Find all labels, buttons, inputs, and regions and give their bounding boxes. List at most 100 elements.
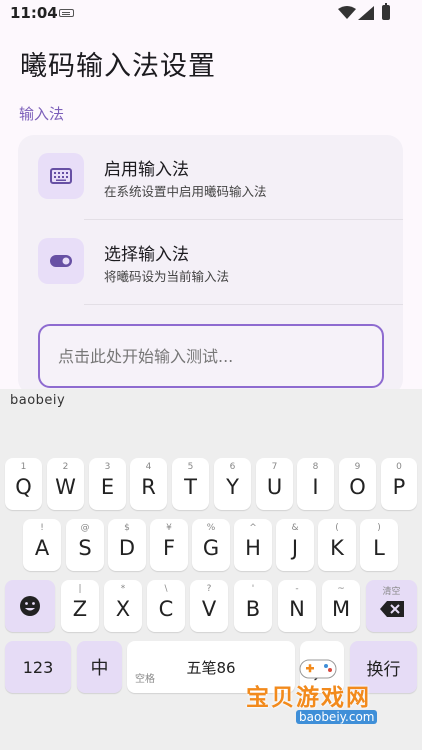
key-alt: ( [335, 523, 339, 533]
key-label: K [330, 536, 344, 560]
select-ime-subtitle: 将曦码设为当前输入法 [104, 269, 230, 284]
key-label: U [266, 475, 283, 499]
wifi-icon [338, 6, 356, 19]
key-c[interactable]: \ C [147, 580, 185, 632]
enable-ime-subtitle: 在系统设置中启用曦码输入法 [104, 184, 267, 199]
page-title: 曦码输入法设置 [20, 51, 216, 82]
key-alt: $ [124, 523, 130, 533]
key-label: C [158, 597, 174, 621]
candidate-text[interactable]: baobeiy [10, 393, 65, 408]
signal-icon [358, 6, 374, 20]
key-v[interactable]: ? V [190, 580, 228, 632]
key-f[interactable]: ¥ F [150, 519, 188, 571]
key-label: J [291, 536, 299, 560]
key-alt: 3 [104, 462, 111, 472]
key-alt: - [295, 584, 299, 594]
key-label: F [162, 536, 176, 560]
battery-icon [382, 3, 390, 20]
key-i[interactable]: 8I [297, 458, 334, 510]
key-alt: 8 [312, 462, 319, 472]
backspace-icon [379, 601, 404, 617]
key-alt: ¥ [166, 523, 172, 533]
enable-ime-item[interactable]: 启用输入法 在系统设置中启用曦码输入法 [18, 135, 403, 219]
divider [84, 304, 403, 305]
toggle-icon [50, 255, 72, 267]
key-d[interactable]: $ D [108, 519, 146, 571]
key-a[interactable]: ! A [23, 519, 61, 571]
key-m[interactable]: ~ M [322, 580, 360, 632]
key-label: I [312, 475, 319, 499]
key-alt: 7 [271, 462, 278, 472]
watermark-title: 宝贝游戏网 [246, 685, 371, 711]
key-z[interactable]: | Z [61, 580, 99, 632]
key-alt: 6 [229, 462, 236, 472]
watermark: 宝贝游戏网 baobeiy.com [246, 654, 406, 730]
emoji-icon [20, 596, 40, 616]
numeric-key[interactable]: 123 [5, 641, 71, 693]
key-alt: ~ [337, 584, 345, 594]
key-g[interactable]: % G [192, 519, 230, 571]
key-y[interactable]: 6Y [214, 458, 251, 510]
language-key[interactable]: 中 [77, 641, 122, 693]
key-e[interactable]: 3E [89, 458, 126, 510]
key-label: E [100, 475, 115, 499]
watermark-url: baobeiy.com [296, 710, 378, 724]
key-label: H [245, 536, 261, 560]
keyboard-indicator-icon [59, 9, 74, 17]
key-alt: 1 [20, 462, 27, 472]
key-n[interactable]: -N [278, 580, 316, 632]
emoji-button[interactable] [5, 580, 55, 632]
key-alt: @ [80, 523, 90, 533]
key-alt: 5 [187, 462, 194, 472]
key-label: V [201, 597, 217, 621]
key-r[interactable]: 4R [130, 458, 167, 510]
key-label: X [115, 597, 131, 621]
key-alt: ^ [249, 523, 257, 533]
key-alt: 0 [396, 462, 402, 472]
key-alt: ? [206, 584, 212, 594]
key-label: L [373, 536, 385, 560]
select-ime-item[interactable]: 选择输入法 将曦码设为当前输入法 [18, 220, 403, 304]
select-ime-title: 选择输入法 [104, 245, 189, 265]
key-j[interactable]: & J [276, 519, 314, 571]
key-label: M [331, 597, 351, 621]
key-t[interactable]: 5T [172, 458, 209, 510]
key-alt: & [291, 523, 299, 533]
key-alt: ) [377, 523, 381, 533]
key-alt: % [206, 523, 216, 533]
key-label: P [392, 475, 406, 499]
backspace-alt: 清空 [382, 587, 401, 597]
keyboard-icon [50, 168, 72, 184]
toggle-icon-box [38, 238, 84, 284]
key-k[interactable]: (K [318, 519, 356, 571]
test-input-field[interactable] [38, 324, 384, 388]
enable-ime-title: 启用输入法 [104, 160, 189, 180]
key-h[interactable]: ^ H [234, 519, 272, 571]
key-s[interactable]: @ S [66, 519, 104, 571]
key-l[interactable]: ) L [360, 519, 398, 571]
key-alt: | [78, 584, 82, 594]
key-o[interactable]: 9O [339, 458, 376, 510]
key-u[interactable]: 7U [256, 458, 293, 510]
key-alt: ! [40, 523, 44, 533]
key-label: R [141, 475, 156, 499]
key-alt: ' [251, 584, 255, 594]
space-label: 五笔86 [186, 658, 236, 677]
key-b[interactable]: ' B [234, 580, 272, 632]
key-alt: \ [164, 584, 168, 594]
key-w[interactable]: 2W [47, 458, 84, 510]
key-label: W [55, 475, 76, 499]
backspace-key[interactable]: 清空 [366, 580, 417, 632]
key-label: G [202, 536, 220, 560]
section-label: 输入法 [19, 105, 65, 123]
key-label: Y [226, 475, 239, 499]
status-bar: 11:04 [0, 0, 422, 28]
key-q[interactable]: 1Q [5, 458, 42, 510]
key-label: N [289, 597, 305, 621]
key-alt: * [120, 584, 126, 594]
key-label: B [245, 597, 261, 621]
key-x[interactable]: * X [104, 580, 142, 632]
key-p[interactable]: 0P [381, 458, 417, 510]
language-key-label: 中 [90, 658, 109, 679]
key-label: Z [72, 597, 88, 621]
